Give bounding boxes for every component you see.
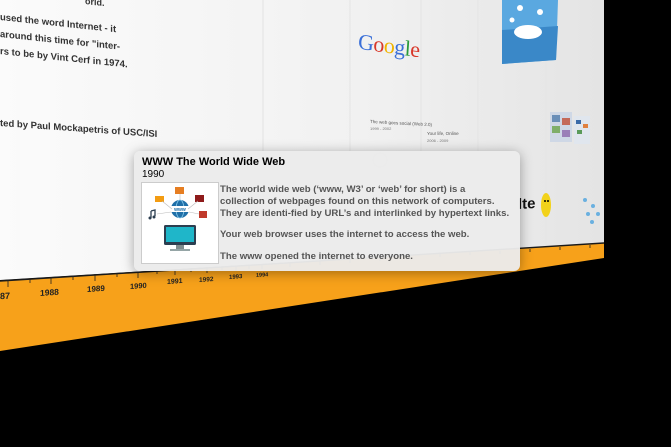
timeline-year[interactable]: 1991 [167,278,183,286]
timeline-year[interactable]: 1994 [256,272,268,279]
popup-description: The world wide web (‘www, W3’ or ‘web’ f… [220,184,512,273]
www-label: www [173,207,186,213]
timeline-year[interactable]: 1988 [40,287,59,298]
popup-paragraph: The www opened the internet to everyone. [220,251,413,263]
popup-year: 1990 [142,169,165,180]
timeline-year[interactable]: 1989 [87,284,105,294]
thumb-caption-years: 1999 - 2002 [370,126,392,131]
event-popup[interactable]: WWW The World Wide Web 1990 www The worl… [134,151,520,271]
popup-title: WWW The World Wide Web [142,156,286,168]
www-illustration[interactable]: www [141,182,219,264]
partial-logo-text: lte [518,195,536,213]
thumb-caption[interactable]: Your life, Online [427,131,459,136]
collage-thumbnail [550,112,590,144]
timeline-year[interactable]: 1992 [199,276,213,284]
www-illustration-icon: www [148,187,207,251]
timeline-scene: orld. used the word Internet - it around… [0,0,671,447]
google-letter: e [409,36,421,63]
popup-paragraph: The world wide web (‘www, W3’ or ‘web’ f… [220,184,510,219]
cloud-thumbnail [502,0,558,64]
thumb-caption-years: 2006 - 2009 [427,138,449,143]
timeline-year[interactable]: 1987 [0,291,10,302]
timeline-year[interactable]: 1993 [229,274,242,281]
popup-paragraph: Your web browser uses the internet to ac… [220,229,470,241]
smiley-thumbnail [541,193,551,217]
timeline-year[interactable]: 1990 [130,281,147,291]
